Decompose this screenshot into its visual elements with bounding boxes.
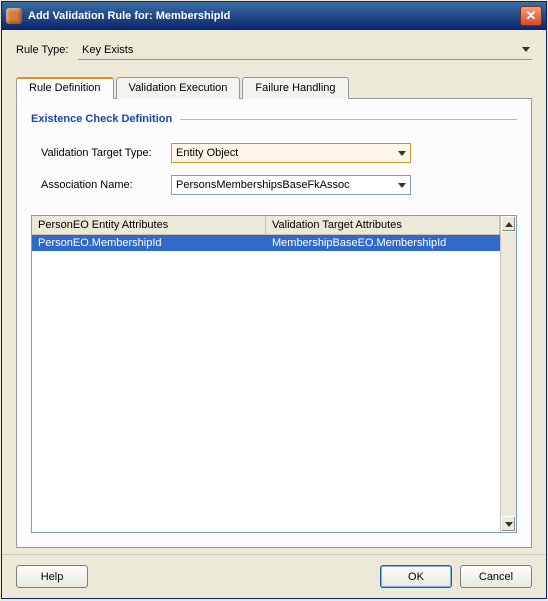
group-title: Existence Check Definition [31, 113, 517, 125]
divider [180, 119, 517, 120]
button-label: Cancel [479, 571, 513, 583]
group-title-text: Existence Check Definition [31, 113, 172, 125]
dialog-window: Add Validation Rule for: MembershipId ✕ … [1, 1, 547, 599]
tab-label: Failure Handling [255, 82, 335, 94]
rule-type-value: Key Exists [82, 44, 133, 56]
window-title: Add Validation Rule for: MembershipId [28, 10, 520, 22]
rule-type-row: Rule Type: Key Exists [16, 40, 532, 60]
tab-rule-definition[interactable]: Rule Definition [16, 77, 114, 99]
cell-target: MembershipBaseEO.MembershipId [266, 235, 500, 251]
attributes-table: PersonEO Entity Attributes Validation Ta… [31, 215, 517, 533]
tab-label: Rule Definition [29, 82, 101, 94]
association-name-dropdown[interactable]: PersonsMembershipsBaseFkAssoc [171, 175, 411, 195]
association-name-row: Association Name: PersonsMembershipsBase… [31, 175, 517, 195]
scroll-up-icon[interactable] [501, 216, 516, 232]
association-name-label: Association Name: [41, 179, 171, 191]
tab-strip: Rule Definition Validation Execution Fai… [16, 76, 532, 98]
app-icon [6, 8, 22, 24]
table-row[interactable]: PersonEO.MembershipId MembershipBaseEO.M… [32, 235, 500, 251]
table-body: PersonEO.MembershipId MembershipBaseEO.M… [32, 235, 500, 532]
column-header-source[interactable]: PersonEO Entity Attributes [32, 216, 266, 234]
target-type-row: Validation Target Type: Entity Object [31, 143, 517, 163]
column-header-target[interactable]: Validation Target Attributes [266, 216, 500, 234]
content-area: Rule Type: Key Exists Rule Definition Va… [2, 30, 546, 554]
scroll-down-icon[interactable] [501, 516, 516, 532]
target-type-dropdown[interactable]: Entity Object [171, 143, 411, 163]
rule-type-dropdown[interactable]: Key Exists [78, 40, 532, 60]
target-type-label: Validation Target Type: [41, 147, 171, 159]
tab-label: Validation Execution [129, 82, 228, 94]
button-label: Help [41, 571, 64, 583]
scrollbar[interactable] [500, 216, 516, 532]
rule-type-label: Rule Type: [16, 44, 78, 56]
ok-button[interactable]: OK [380, 565, 452, 588]
button-bar: Help OK Cancel [2, 554, 546, 598]
help-button[interactable]: Help [16, 565, 88, 588]
cell-source: PersonEO.MembershipId [32, 235, 266, 251]
tab-validation-execution[interactable]: Validation Execution [116, 77, 241, 99]
cancel-button[interactable]: Cancel [460, 565, 532, 588]
target-type-value: Entity Object [176, 147, 238, 159]
button-label: OK [408, 571, 424, 583]
close-icon[interactable]: ✕ [520, 6, 542, 26]
tab-failure-handling[interactable]: Failure Handling [242, 77, 348, 99]
tab-pane: Existence Check Definition Validation Ta… [16, 98, 532, 548]
titlebar: Add Validation Rule for: MembershipId ✕ [2, 2, 546, 30]
association-name-value: PersonsMembershipsBaseFkAssoc [176, 179, 350, 191]
table-header: PersonEO Entity Attributes Validation Ta… [32, 216, 500, 235]
